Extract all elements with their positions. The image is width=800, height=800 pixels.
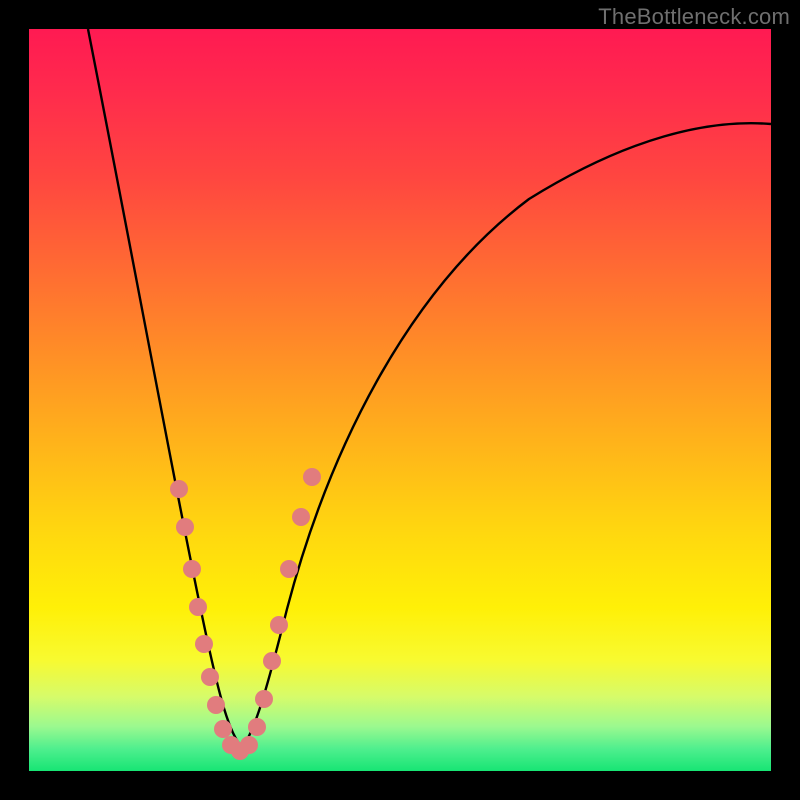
curve-layer bbox=[29, 29, 771, 771]
bottleneck-curve bbox=[88, 29, 771, 747]
watermark-text: TheBottleneck.com bbox=[598, 4, 790, 30]
plot-area bbox=[29, 29, 771, 771]
dot-cluster bbox=[170, 468, 321, 760]
chart-frame: TheBottleneck.com bbox=[0, 0, 800, 800]
